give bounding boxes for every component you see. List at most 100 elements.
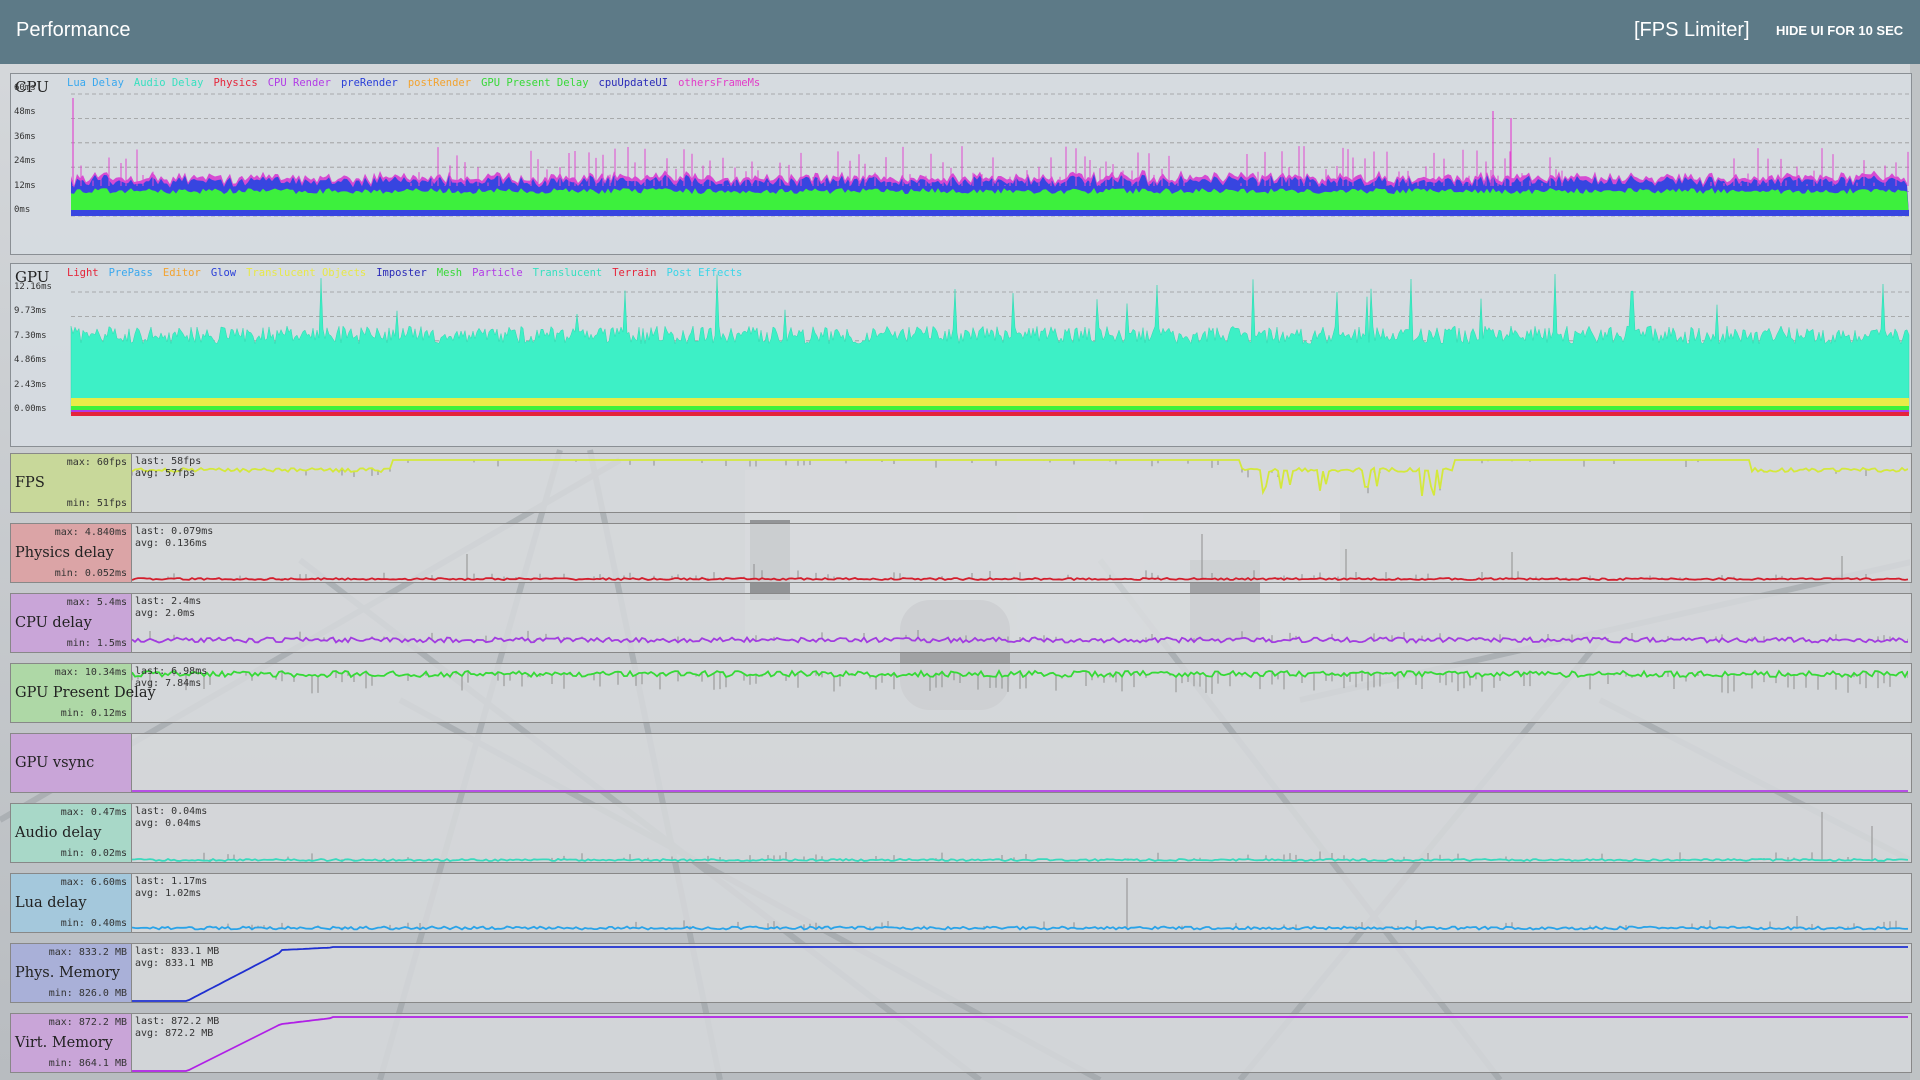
metric-min: min: 826.0 MB: [48, 988, 127, 999]
gpu-legend-item: Mesh: [436, 267, 463, 279]
metric-last: last: 872.2 MB: [135, 1016, 220, 1027]
metric-graph: [132, 534, 1908, 582]
gpu-mesh-band: [71, 406, 1909, 410]
metric-avg: avg: 57fps: [135, 468, 196, 479]
y-tick-label: 0ms: [14, 205, 31, 215]
metric-strip: max: 833.2 MB Phys. Memory min: 826.0 MB la…: [10, 943, 1912, 1003]
metric-avg: avg: 2.0ms: [135, 608, 196, 619]
y-tick-label: 9.73ms: [14, 306, 47, 317]
metric-strip-label: max: 5.4ms CPU delay min: 1.5ms: [11, 594, 132, 652]
y-tick-label: 12.16ms: [14, 282, 52, 292]
gpu-legend: Light PrePass Editor Glow Translucent Object…: [67, 267, 752, 279]
gpu-legend-item: Translucent: [532, 267, 603, 279]
metric-name: CPU delay: [15, 615, 92, 631]
gpu-legend-item: PrePass: [108, 267, 153, 279]
cpu-legend-item: othersFrameMs: [678, 77, 761, 89]
metric-min: min: 0.12ms: [60, 708, 127, 719]
gpu-legend-item: Translucent Objects: [246, 267, 367, 279]
metric-series-line: [132, 946, 1908, 1002]
y-tick-label: 2.43ms: [14, 379, 47, 390]
metric-strip: max: 6.60ms Lua delay min: 0.40ms last: 1.1…: [10, 873, 1912, 933]
metric-max: max: 833.2 MB: [48, 947, 127, 958]
metric-strip-label: max: 0.47ms Audio delay min: 0.02ms: [11, 804, 132, 862]
y-tick-label: 12ms: [14, 180, 36, 191]
metric-series-line: [132, 857, 1908, 862]
metric-graph: [132, 459, 1908, 497]
y-tick-label: 60ms: [14, 83, 36, 93]
cpu-legend-item: Physics: [213, 77, 258, 89]
metric-name: Physics delay: [15, 545, 114, 561]
metric-min: min: 51fps: [66, 498, 127, 509]
cpu-legend-item: preRender: [340, 77, 398, 89]
metric-avg: avg: 0.04ms: [135, 818, 202, 829]
metric-max: max: 60fps: [66, 457, 127, 468]
metric-strip: max: 0.47ms Audio delay min: 0.02ms last: 0…: [10, 803, 1912, 863]
metric-stats: last: 2.4ms avg: 2.0ms: [135, 596, 201, 620]
metric-strip: max: 60fps FPS min: 51fps last: 58fps avg: 5…: [10, 453, 1912, 513]
metric-last: last: 6.98ms: [135, 666, 208, 677]
cpu-render-base: [71, 210, 1909, 216]
metric-strip-label: max: 872.2 MB Virt. Memory min: 864.1 MB: [11, 1014, 132, 1072]
y-tick-label: 0.00ms: [14, 404, 47, 414]
metric-name: Virt. Memory: [15, 1035, 113, 1051]
metric-last: last: 2.4ms: [135, 596, 202, 607]
gpu-translucent-series: [70, 274, 1910, 415]
metric-max: max: 872.2 MB: [48, 1017, 127, 1028]
metric-max: max: 0.47ms: [60, 807, 127, 818]
metric-min: min: 864.1 MB: [48, 1058, 127, 1069]
metric-name: GPU vsync: [15, 755, 95, 771]
metric-graph: [132, 878, 1908, 931]
metric-graph: [132, 790, 1908, 792]
gpu-legend-item: Post Effects: [666, 267, 743, 279]
metric-strip: max: 10.34ms GPU Present Delay min: 0.12ms…: [10, 663, 1912, 723]
cpu-legend-item: GPU Present Delay: [481, 77, 589, 89]
metric-strip-label: max: 60fps FPS min: 51fps: [11, 454, 132, 512]
cpu-legend-item: Audio Delay: [133, 77, 204, 89]
metric-min: min: 0.40ms: [60, 918, 127, 929]
cpu-legend: Lua Delay Audio Delay Physics CPU Render pre…: [67, 77, 770, 89]
gpu-particle-band: [71, 410, 1909, 412]
metric-last: last: 58fps: [135, 456, 202, 467]
metric-strip: max: 5.4ms CPU delay min: 1.5ms last: 2.4ms…: [10, 593, 1912, 653]
metric-graph: [132, 812, 1908, 862]
gpu-legend-item: Imposter: [376, 267, 427, 279]
metric-min: min: 1.5ms: [66, 638, 127, 649]
metric-stats: last: 58fps avg: 57fps: [135, 456, 201, 480]
metric-strip-label: max: 833.2 MB Phys. Memory min: 826.0 MB: [11, 944, 132, 1002]
metric-min: min: 0.052ms: [54, 568, 127, 579]
y-tick-label: 24ms: [14, 156, 36, 167]
metric-strip-label: GPU vsync: [11, 734, 132, 792]
metric-name: FPS: [15, 475, 45, 491]
metric-last: last: 0.04ms: [135, 806, 208, 817]
metric-last: last: 0.079ms: [135, 526, 214, 537]
metric-avg: avg: 872.2 MB: [135, 1028, 214, 1039]
metric-strip-label: max: 4.840ms Physics delay min: 0.052ms: [11, 524, 132, 582]
hide-ui-button[interactable]: HIDE UI FOR 10 SEC: [1776, 23, 1903, 38]
gpu-graph-panel: GPU Light PrePass Editor Glow Translucent Ob…: [10, 263, 1912, 447]
metric-last: last: 833.1 MB: [135, 946, 220, 957]
y-tick-label: 48ms: [14, 107, 36, 118]
gpu-legend-item: Glow: [210, 267, 237, 279]
fps-limiter-button[interactable]: [FPS Limiter]: [1634, 19, 1750, 42]
metric-graph: [132, 946, 1908, 1002]
metric-stats: last: 0.04ms avg: 0.04ms: [135, 806, 207, 830]
metric-stats: last: 833.1 MB avg: 833.1 MB: [135, 946, 219, 970]
cpu-graph-panel: CPU Lua Delay Audio Delay Physics CPU Rende…: [10, 73, 1912, 255]
metric-stats: last: 872.2 MB avg: 872.2 MB: [135, 1016, 219, 1040]
y-tick-label: 4.86ms: [14, 355, 47, 366]
metric-series-line: [132, 925, 1908, 931]
metric-avg: avg: 833.1 MB: [135, 958, 214, 969]
cpu-legend-item: postRender: [407, 77, 472, 89]
gpu-legend-item: Editor: [162, 267, 201, 279]
metric-max: max: 5.4ms: [66, 597, 127, 608]
page-title: Performance: [16, 19, 131, 41]
metric-last: last: 1.17ms: [135, 876, 208, 887]
metric-name: Audio delay: [15, 825, 102, 841]
metric-avg: avg: 7.84ms: [135, 678, 202, 689]
metric-stats: last: 1.17ms avg: 1.02ms: [135, 876, 207, 900]
metric-name: Lua delay: [15, 895, 87, 911]
gpu-translucent-objects-band: [71, 398, 1909, 406]
metric-graph: [132, 1016, 1908, 1072]
gpu-legend-item: Terrain: [612, 267, 657, 279]
gpu-light-band: [71, 412, 1909, 416]
